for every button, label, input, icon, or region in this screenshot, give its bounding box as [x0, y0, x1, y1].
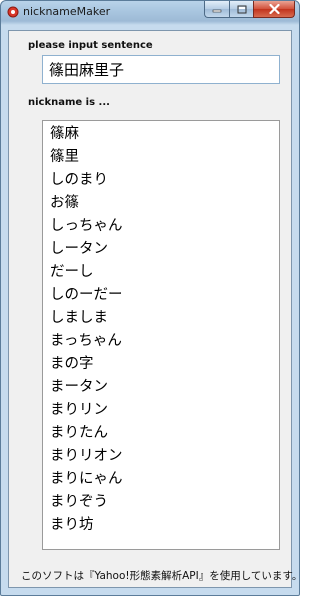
nickname-item[interactable]: しのーだー — [50, 284, 279, 307]
nickname-item[interactable]: しータン — [50, 238, 279, 261]
close-button[interactable] — [253, 1, 295, 18]
caption-buttons — [204, 1, 295, 19]
nickname-list[interactable]: 篠麻 篠里 しのまり お篠 しっちゃん しータン だーし しのーだー しましま … — [42, 120, 280, 550]
nickname-item[interactable]: しっちゃん — [50, 215, 279, 238]
nickname-item[interactable]: まりぞう — [50, 491, 279, 514]
nickname-item[interactable]: まっちゃん — [50, 330, 279, 353]
minimize-button[interactable] — [204, 1, 229, 18]
maximize-icon — [237, 5, 246, 13]
nickname-item[interactable]: だーし — [50, 261, 279, 284]
nickname-item[interactable]: まりたん — [50, 422, 279, 445]
nickname-item[interactable]: まりリン — [50, 399, 279, 422]
nickname-item[interactable]: まりにゃん — [50, 468, 279, 491]
minimize-icon — [212, 9, 222, 13]
sentence-input[interactable] — [42, 55, 280, 84]
nickname-item[interactable]: まり坊 — [50, 514, 279, 537]
nickname-item[interactable]: まの字 — [50, 353, 279, 376]
nickname-item[interactable]: 篠里 — [50, 146, 279, 169]
api-credit-text: このソフトは『Yahoo!形態素解析API』を使用しています。 — [21, 570, 300, 582]
client-area: please input sentence nickname is ... 篠麻… — [8, 30, 299, 588]
app-window: nicknameMaker please input sentence 篠田麻里… — [0, 0, 300, 596]
sentence-label: please input sentence — [28, 40, 153, 51]
nickname-item[interactable]: まータン — [50, 376, 279, 399]
nickname-item[interactable]: まりリオン — [50, 445, 279, 468]
window-title: nicknameMaker — [23, 5, 111, 18]
app-icon — [7, 6, 19, 18]
close-icon — [268, 4, 280, 14]
maximize-button[interactable] — [229, 1, 253, 18]
title-bar[interactable]: nicknameMaker — [1, 1, 299, 23]
nickname-item[interactable]: しのまり — [50, 169, 279, 192]
nickname-item[interactable]: お篠 — [50, 192, 279, 215]
nickname-label: nickname is ... — [28, 97, 110, 108]
nickname-item[interactable]: しましま — [50, 307, 279, 330]
nickname-item[interactable]: 篠麻 — [50, 123, 279, 146]
